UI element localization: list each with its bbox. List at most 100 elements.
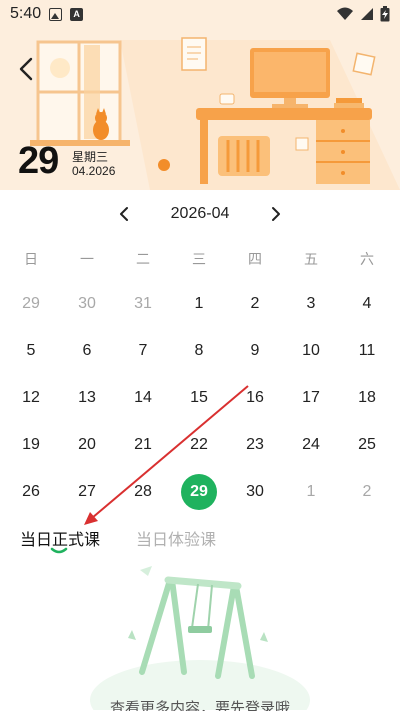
calendar-day[interactable]: 24 xyxy=(283,421,339,468)
signal-icon xyxy=(361,8,373,20)
weekday-sun: 日 xyxy=(24,251,38,267)
calendar-day[interactable]: 21 xyxy=(115,421,171,468)
calendar-day-label: 29 xyxy=(181,473,217,510)
calendar-day-label: 28 xyxy=(134,482,152,500)
tab-today-trial-course[interactable]: 当日体验课 xyxy=(136,526,216,550)
calendar-day-label: 2 xyxy=(250,294,260,312)
status-time: 5:40 xyxy=(10,5,42,22)
calendar-day[interactable]: 31 xyxy=(115,280,171,327)
calendar-day[interactable]: 18 xyxy=(339,374,395,421)
selected-weekday: 星期三 xyxy=(72,150,109,164)
selected-day-number: 29 xyxy=(18,140,59,182)
calendar-day-label: 6 xyxy=(82,341,92,359)
calendar-day-label: 4 xyxy=(362,294,372,312)
calendar-day-label: 25 xyxy=(358,435,376,453)
calendar-day-label: 9 xyxy=(250,341,260,359)
calendar-day[interactable]: 10 xyxy=(283,327,339,374)
calendar-day[interactable]: 19 xyxy=(3,421,59,468)
font-icon: A xyxy=(70,7,84,21)
weekday-tue: 二 xyxy=(136,251,150,267)
calendar-day-label: 23 xyxy=(246,435,264,453)
calendar-day[interactable]: 11 xyxy=(339,327,395,374)
calendar-day-selected[interactable]: 29 xyxy=(171,468,227,515)
battery-charging-icon xyxy=(380,6,390,22)
calendar-day[interactable]: 30 xyxy=(59,280,115,327)
weekday-mon: 一 xyxy=(80,251,94,267)
calendar-day[interactable]: 2 xyxy=(339,468,395,515)
calendar-day-label: 1 xyxy=(306,482,316,500)
calendar-day-label: 2 xyxy=(362,482,372,500)
calendar-day[interactable]: 25 xyxy=(339,421,395,468)
calendar-day[interactable]: 2 xyxy=(227,280,283,327)
login-prompt-text: 查看更多内容，要先登录哦 xyxy=(109,700,290,711)
calendar-day[interactable]: 16 xyxy=(227,374,283,421)
calendar-day-label: 8 xyxy=(194,341,204,359)
calendar-day[interactable]: 30 xyxy=(227,468,283,515)
weekday-fri: 五 xyxy=(304,251,318,267)
calendar-day[interactable]: 26 xyxy=(3,468,59,515)
calendar-day-label: 5 xyxy=(26,341,36,359)
header-illustration xyxy=(0,0,400,190)
calendar-day-label: 27 xyxy=(78,482,96,500)
calendar-day[interactable]: 23 xyxy=(227,421,283,468)
calendar-day-label: 30 xyxy=(78,294,96,312)
calendar-day-label: 18 xyxy=(358,388,376,406)
calendar-day[interactable]: 22 xyxy=(171,421,227,468)
calendar-day-label: 31 xyxy=(134,294,152,312)
calendar-day[interactable]: 9 xyxy=(227,327,283,374)
calendar-day-label: 11 xyxy=(358,341,376,359)
calendar-day[interactable]: 6 xyxy=(59,327,115,374)
image-icon xyxy=(49,7,63,21)
prev-month-button[interactable] xyxy=(111,201,137,227)
calendar-day-label: 21 xyxy=(134,435,152,453)
back-button[interactable] xyxy=(12,54,42,84)
weekday-thu: 四 xyxy=(248,251,262,267)
calendar-day-label: 10 xyxy=(302,341,320,359)
calendar-day[interactable]: 1 xyxy=(283,468,339,515)
calendar-day[interactable]: 14 xyxy=(115,374,171,421)
calendar-day[interactable]: 29 xyxy=(3,280,59,327)
calendar-day-label: 1 xyxy=(194,294,204,312)
weekday-wed: 三 xyxy=(192,251,206,267)
calendar-day-label: 24 xyxy=(302,435,320,453)
calendar-day[interactable]: 7 xyxy=(115,327,171,374)
month-label: 2026-04 xyxy=(170,205,230,222)
calendar-day-grid: 29 30 31 1 2 3 4 5 6 7 8 9 10 11 12 13 14 15 16 17 18 19 20 21 2… xyxy=(3,280,395,515)
status-bar: 5:40 A xyxy=(0,0,400,28)
calendar-day-label: 14 xyxy=(134,388,152,406)
calendar-day[interactable]: 4 xyxy=(339,280,395,327)
calendar-day-label: 20 xyxy=(78,435,96,453)
calendar-day[interactable]: 1 xyxy=(171,280,227,327)
calendar-day[interactable]: 13 xyxy=(59,374,115,421)
calendar-day[interactable]: 17 xyxy=(283,374,339,421)
chevron-left-icon xyxy=(19,57,33,81)
weekday-sat: 六 xyxy=(360,251,374,267)
study-room-illustration xyxy=(30,37,400,190)
calendar-day-label: 29 xyxy=(22,294,40,312)
calendar-day-label: 3 xyxy=(306,294,316,312)
calendar-day[interactable]: 27 xyxy=(59,468,115,515)
chevron-right-icon xyxy=(272,207,281,221)
calendar-day[interactable]: 8 xyxy=(171,327,227,374)
calendar-day[interactable]: 12 xyxy=(3,374,59,421)
calendar-day-label: 30 xyxy=(246,482,264,500)
calendar-day-label: 13 xyxy=(78,388,96,406)
calendar-day[interactable]: 5 xyxy=(3,327,59,374)
calendar-day[interactable]: 3 xyxy=(283,280,339,327)
swing-empty-illustration xyxy=(90,566,310,710)
calendar-day-label: 16 xyxy=(246,388,264,406)
next-month-button[interactable] xyxy=(263,201,289,227)
active-tab-indicator xyxy=(50,547,68,554)
calendar-day-label: 26 xyxy=(22,482,40,500)
calendar-day-label: 15 xyxy=(190,388,208,406)
wifi-icon xyxy=(337,7,353,20)
calendar-day-label: 22 xyxy=(190,435,208,453)
calendar-day[interactable]: 20 xyxy=(59,421,115,468)
selected-month-year: 04.2026 xyxy=(72,164,116,178)
calendar-day-label: 19 xyxy=(22,435,40,453)
calendar-day-label: 12 xyxy=(22,388,40,406)
chevron-left-icon xyxy=(119,207,128,221)
calendar-day[interactable]: 15 xyxy=(171,374,227,421)
calendar-day[interactable]: 28 xyxy=(115,468,171,515)
month-navigator: 2026-04 xyxy=(0,200,400,228)
